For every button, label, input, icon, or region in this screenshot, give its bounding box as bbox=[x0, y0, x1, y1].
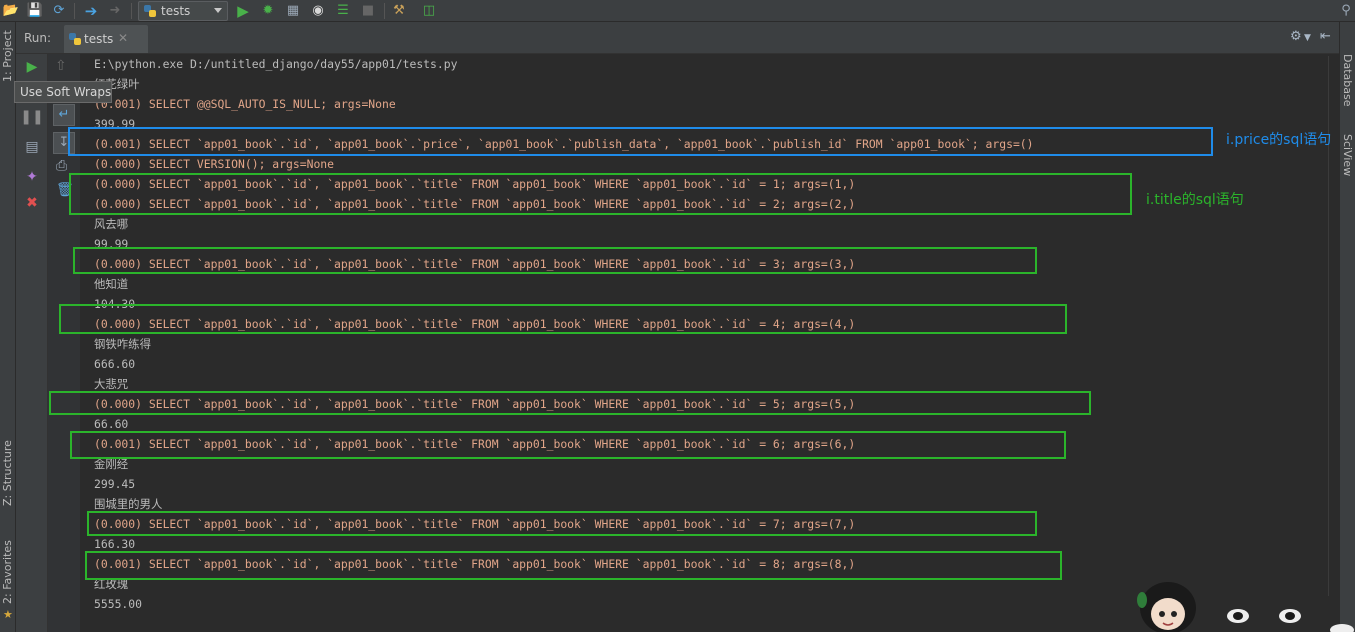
gear-icon[interactable]: ⚙ bbox=[1290, 29, 1302, 44]
title-sql-highlight bbox=[73, 247, 1037, 274]
run-tab-label: tests bbox=[84, 32, 114, 46]
settings-wrench-icon[interactable]: ⚒ bbox=[390, 2, 408, 20]
python-icon bbox=[69, 33, 81, 45]
sciview-tool-button[interactable]: SciView bbox=[1341, 134, 1354, 176]
title-annotation-label: i.title的sql语句 bbox=[1146, 192, 1244, 208]
structure-tool-button[interactable]: Z: Structure bbox=[1, 440, 14, 506]
chevron-down-icon bbox=[214, 8, 222, 13]
output-line: 299.45 bbox=[94, 477, 136, 491]
close-run-icon[interactable]: ✖ bbox=[23, 194, 41, 212]
close-icon[interactable]: ✕ bbox=[118, 31, 128, 45]
run-icon[interactable]: ▶ bbox=[234, 2, 252, 20]
run-panel-header: Run: tests ✕ ⚙ ▼ ⇤ bbox=[16, 22, 1339, 54]
dump-threads-icon[interactable]: ▤ bbox=[23, 138, 41, 156]
left-tool-strip: 1: Project Z: Structure 2: Favorites ★ bbox=[0, 22, 16, 632]
project-tool-button[interactable]: 1: Project bbox=[1, 30, 14, 82]
soft-wraps-tooltip: Use Soft Wraps bbox=[14, 81, 112, 103]
price-sql-highlight bbox=[68, 127, 1213, 156]
sql-log-line: (0.001) SELECT @@SQL_AUTO_IS_NULL; args=… bbox=[94, 97, 396, 111]
title-sql-highlight bbox=[59, 304, 1067, 334]
output-line: 666.60 bbox=[94, 357, 136, 371]
sync-icon[interactable]: ⟳ bbox=[50, 2, 68, 20]
run-configuration-select[interactable]: tests bbox=[138, 1, 228, 21]
run-tasks-icon[interactable]: ☰ bbox=[334, 2, 352, 20]
output-line: 风去哪 bbox=[94, 217, 129, 231]
vcs-icon[interactable]: ◫ bbox=[420, 2, 438, 20]
run-side-toolbar: ▶ ❚❚ ▤ ✦ ✖ bbox=[16, 54, 48, 632]
pin-icon[interactable]: ✦ bbox=[23, 168, 41, 186]
forward-arrow-icon[interactable]: ➜ bbox=[106, 2, 124, 20]
mascot-image bbox=[1137, 582, 1354, 632]
up-arrow-icon[interactable]: ⇧ bbox=[55, 58, 67, 74]
title-sql-highlight bbox=[70, 431, 1066, 459]
debug-icon[interactable]: ✹ bbox=[259, 2, 277, 20]
output-line: 钢铁咋练得 bbox=[94, 337, 151, 351]
open-folder-icon[interactable]: 📂 bbox=[2, 2, 20, 20]
output-line: 他知道 bbox=[94, 277, 129, 291]
back-arrow-icon[interactable]: ➔ bbox=[82, 2, 100, 20]
coverage-icon[interactable]: ▦ bbox=[284, 2, 302, 20]
save-icon[interactable]: 💾 bbox=[26, 2, 44, 20]
run-tab-tests[interactable]: tests ✕ bbox=[64, 25, 148, 53]
output-line: 5555.00 bbox=[94, 597, 143, 611]
stop-icon[interactable]: ■ bbox=[359, 2, 377, 20]
sql-log-line: (0.000) SELECT VERSION(); args=None bbox=[94, 157, 335, 171]
title-sql-highlight bbox=[69, 173, 1132, 215]
rerun-icon[interactable]: ▶ bbox=[23, 58, 41, 76]
pause-icon[interactable]: ❚❚ bbox=[20, 108, 43, 126]
title-sql-highlight bbox=[49, 391, 1091, 415]
python-icon bbox=[144, 5, 156, 17]
profile-icon[interactable]: ◉ bbox=[309, 2, 327, 20]
right-tool-strip: Database SciView bbox=[1339, 22, 1355, 632]
command-line: E:\python.exe D:/untitled_django/day55/a… bbox=[94, 57, 458, 71]
favorites-tool-button[interactable]: 2: Favorites bbox=[1, 540, 14, 604]
soft-wrap-icon[interactable]: ↵ bbox=[53, 104, 75, 126]
hide-panel-icon[interactable]: ⇤ bbox=[1320, 29, 1331, 44]
run-configuration-label: tests bbox=[161, 4, 191, 18]
title-sql-highlight bbox=[85, 551, 1062, 580]
database-tool-button[interactable]: Database bbox=[1341, 54, 1354, 107]
chevron-down-icon[interactable]: ▼ bbox=[1304, 33, 1311, 43]
star-icon: ★ bbox=[3, 608, 13, 621]
price-annotation-label: i.price的sql语句 bbox=[1226, 132, 1332, 148]
search-everywhere-icon[interactable]: ⚲ bbox=[1337, 2, 1355, 20]
print-icon[interactable]: ⎙ bbox=[56, 158, 67, 174]
run-panel-title: Run: bbox=[24, 31, 52, 45]
title-sql-highlight bbox=[87, 511, 1037, 536]
main-toolbar: 📂 💾 ⟳ ➔ ➜ tests ▶ ✹ ▦ ◉ ☰ ■ ⚒ ◫ ⚲ bbox=[0, 0, 1355, 22]
